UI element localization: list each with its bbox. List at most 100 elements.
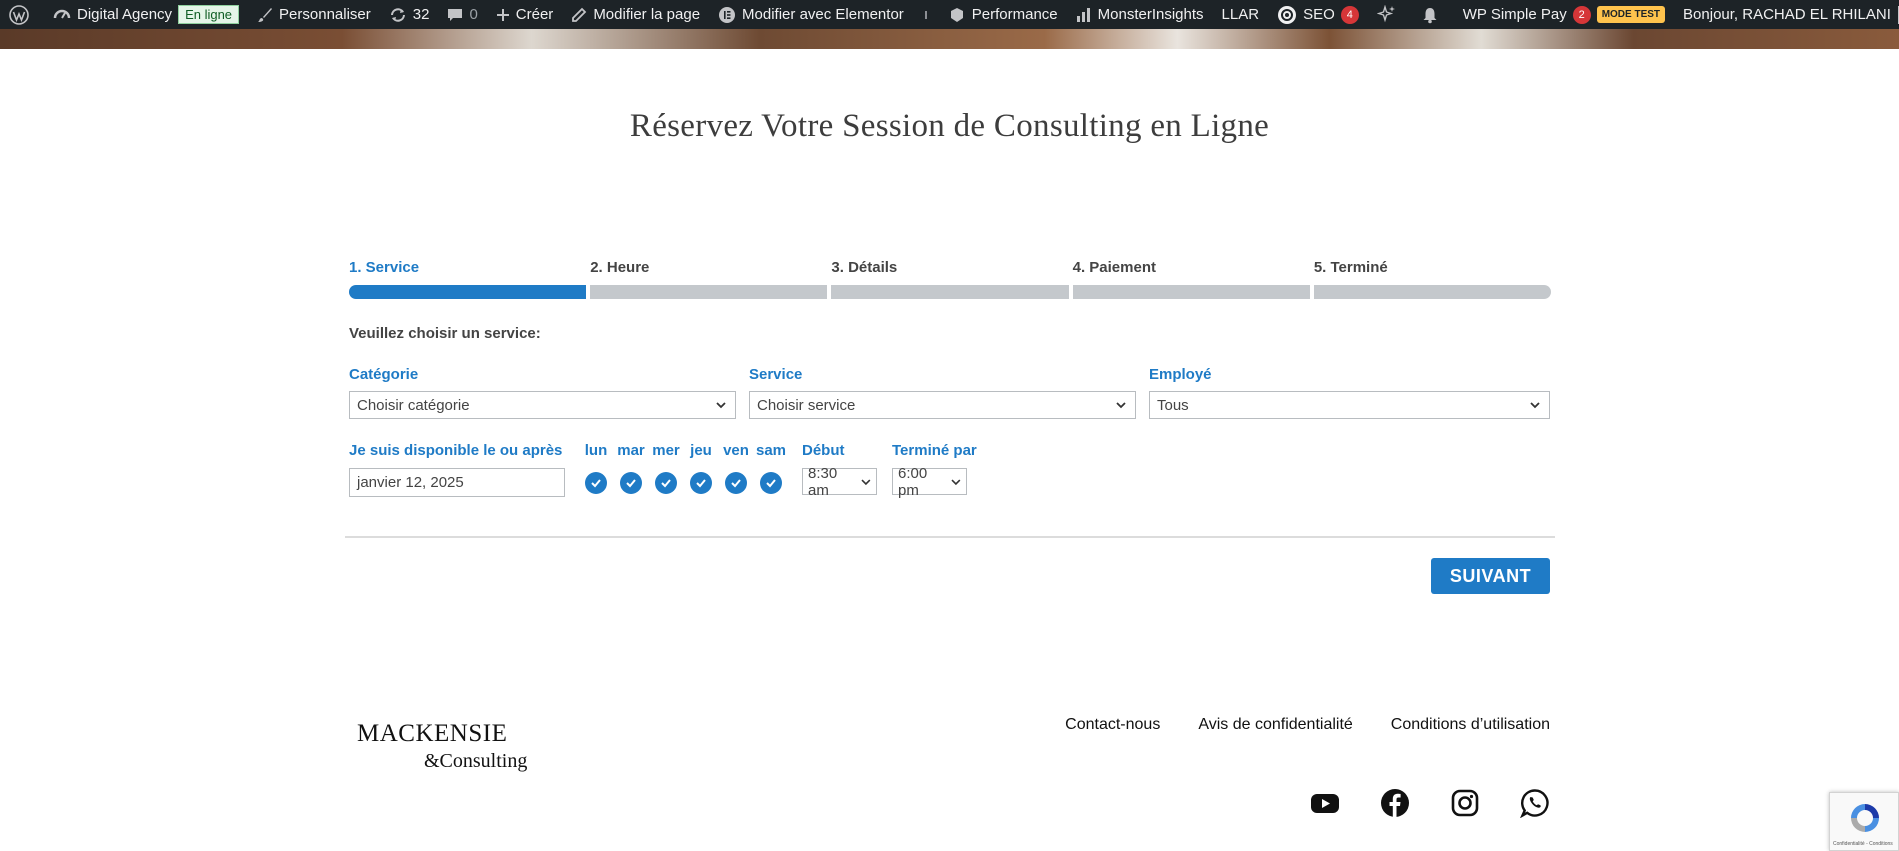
logo-subtitle[interactable]: &Consulting [424, 750, 527, 773]
step-details: 3. Détails [831, 259, 1069, 299]
facebook-icon[interactable] [1380, 788, 1410, 818]
service-label: Service [749, 366, 803, 383]
performance-label: Performance [971, 6, 1058, 23]
page-title: Réservez Votre Session de Consulting en … [629, 108, 1270, 144]
edit-elementor-link[interactable]: Modifier avec Elementor [709, 0, 913, 29]
step-progress-bar [831, 285, 1069, 299]
step-progress-bar [590, 285, 828, 299]
user-account-menu[interactable]: Bonjour, RACHAD EL RHILANI [1674, 0, 1899, 29]
checkmark-icon[interactable] [655, 472, 677, 494]
day-thursday[interactable]: jeu [686, 442, 716, 494]
update-icon [390, 7, 405, 22]
brush-icon [258, 7, 273, 22]
footer-link-privacy[interactable]: Avis de confidentialité [1198, 716, 1352, 734]
user-greeting: Bonjour, RACHAD EL RHILANI [1683, 6, 1891, 23]
employee-select[interactable]: Tous [1149, 391, 1550, 419]
employee-select-value: Tous [1157, 396, 1189, 414]
day-saturday[interactable]: sam [756, 442, 787, 494]
step-progress-bar [1313, 285, 1552, 299]
checkmark-icon[interactable] [760, 472, 782, 494]
day-wednesday[interactable]: mer [651, 442, 681, 494]
service-select[interactable]: Choisir service [749, 391, 1136, 419]
day-friday[interactable]: ven [721, 442, 751, 494]
step-label: 3. Détails [831, 259, 898, 276]
end-time-label: Terminé par [892, 442, 977, 459]
step-label: 1. Service [349, 259, 420, 276]
performance-link[interactable]: Performance [939, 0, 1067, 29]
chevron-down-icon [951, 478, 961, 485]
checkmark-icon[interactable] [725, 472, 747, 494]
step-progress-bar [349, 285, 587, 299]
wp-simple-pay-label: WP Simple Pay [1462, 6, 1567, 23]
day-label: ven [723, 442, 749, 459]
whatsapp-icon[interactable] [1520, 788, 1550, 818]
edit-page-label: Modifier la page [593, 6, 701, 23]
recaptcha-badge[interactable]: Confidentialité - Conditions [1829, 792, 1899, 851]
end-time-select[interactable]: 6:00 pm [892, 465, 967, 499]
notifications-button[interactable] [1412, 0, 1454, 29]
bar-chart-icon [1076, 7, 1090, 22]
site-name: Digital Agency [77, 6, 173, 23]
dashboard-icon [53, 9, 71, 19]
start-time-label: Début [802, 442, 845, 459]
day-label: lun [584, 442, 608, 459]
category-select-value: Choisir catégorie [357, 396, 470, 414]
chevron-down-icon [861, 478, 871, 485]
wp-simple-pay-menu[interactable]: WP Simple Pay 2 MODE TEST [1454, 0, 1674, 29]
employee-label: Employé [1149, 366, 1212, 383]
elementor-icon [719, 6, 736, 23]
recaptcha-icon [1851, 804, 1879, 832]
youtube-icon[interactable] [1310, 788, 1340, 818]
comment-icon [448, 8, 463, 21]
booking-steps: 1. Service 2. Heure 3. Détails 4. Paieme… [349, 259, 1552, 299]
date-input[interactable]: janvier 12, 2025 [349, 468, 565, 497]
start-time-select[interactable]: 8:30 am [802, 465, 877, 499]
form-divider [345, 536, 1555, 538]
instagram-icon[interactable] [1450, 788, 1480, 818]
step-progress-bar [1072, 285, 1310, 299]
plus-icon [496, 8, 509, 21]
seo-gear-icon [1278, 5, 1297, 24]
llar-link[interactable]: LLAR [1213, 0, 1269, 29]
footer-link-contact[interactable]: Contact-nous [1065, 716, 1160, 734]
bell-icon [1423, 7, 1437, 23]
step-payment: 4. Paiement [1072, 259, 1310, 299]
recaptcha-text[interactable]: Confidentialité - Conditions [1833, 841, 1893, 847]
category-label: Catégorie [349, 366, 419, 383]
ai-sparkle-button[interactable] [1368, 0, 1412, 29]
seo-count-badge: 4 [1340, 5, 1359, 24]
day-tuesday[interactable]: mar [616, 442, 646, 494]
logo-wordmark[interactable]: MACKENSIE [357, 720, 507, 748]
customize-link[interactable]: Personnaliser [248, 0, 380, 29]
day-label: mar [617, 442, 645, 459]
create-label: Créer [515, 6, 554, 23]
updates-count: 32 [412, 6, 430, 23]
hero-image-strip [0, 29, 1899, 49]
wordpress-logo-icon[interactable] [0, 0, 44, 29]
wp-simple-pay-count-badge: 2 [1572, 5, 1591, 24]
seo-menu[interactable]: SEO 4 [1268, 0, 1368, 29]
create-menu[interactable]: Créer [487, 0, 563, 29]
site-name-menu[interactable]: Digital Agency En ligne [44, 0, 248, 29]
monsterinsights-link[interactable]: MonsterInsights [1067, 0, 1213, 29]
edit-page-link[interactable]: Modifier la page [562, 0, 709, 29]
next-button[interactable]: SUIVANT [1431, 558, 1550, 594]
footer-link-terms[interactable]: Conditions d’utilisation [1391, 716, 1550, 734]
mode-test-badge: MODE TEST [1596, 6, 1666, 23]
day-label: sam [756, 442, 787, 459]
checkmark-icon[interactable] [585, 472, 607, 494]
performance-icon [950, 7, 963, 22]
step-time: 2. Heure [590, 259, 828, 299]
day-label: mer [652, 442, 680, 459]
day-monday[interactable]: lun [581, 442, 611, 494]
chevron-down-icon [1530, 402, 1540, 409]
date-label: Je suis disponible le ou après [349, 442, 563, 459]
checkmark-icon[interactable] [690, 472, 712, 494]
checkmark-icon[interactable] [620, 472, 642, 494]
monsterinsights-label: MonsterInsights [1097, 6, 1204, 23]
updates-link[interactable]: 32 [380, 0, 439, 29]
comments-link[interactable]: 0 [438, 0, 486, 29]
category-select[interactable]: Choisir catégorie [349, 391, 736, 419]
day-label: jeu [690, 442, 712, 459]
step-label: 4. Paiement [1072, 259, 1156, 276]
